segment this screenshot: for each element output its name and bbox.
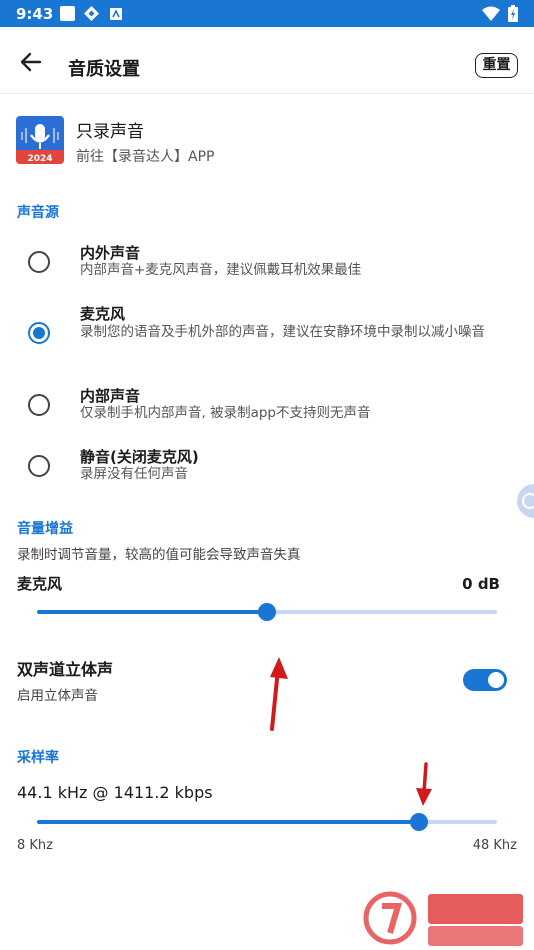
- sample-rate-slider-fill: [37, 820, 419, 824]
- stereo-toggle[interactable]: [463, 669, 507, 691]
- sample-rate-min: 8 Khz: [17, 838, 53, 853]
- volume-gain-desc: 录制时调节音量，较高的值可能会导致声音失真: [17, 547, 301, 563]
- sample-rate-label: 采样率: [17, 750, 59, 766]
- option-desc: 录制您的语音及手机外部的声音，建议在安静环境中录制以减小噪音: [80, 324, 485, 340]
- sample-rate-max: 48 Khz: [472, 838, 517, 853]
- sample-rate-slider-thumb[interactable]: [409, 813, 428, 831]
- promo-app-link[interactable]: 前往【录音达人】APP: [76, 146, 214, 166]
- sync-icon: [84, 6, 99, 21]
- radio-internal[interactable]: [28, 394, 50, 416]
- volume-gain-label: 音量增益: [17, 521, 73, 537]
- option-desc: 仅录制手机内部声音, 被录制app不支持则无声音: [80, 405, 371, 421]
- floating-recorder-handle[interactable]: [517, 484, 534, 518]
- mic-gain-slider-fill: [37, 610, 267, 614]
- option-desc: 录屏没有任何声音: [80, 466, 188, 482]
- back-arrow-icon[interactable]: [18, 49, 44, 75]
- radio-mute[interactable]: [28, 455, 50, 477]
- option-title: 麦克风: [80, 305, 126, 323]
- stereo-title: 双声道立体声: [17, 660, 114, 679]
- recorder-app-icon: 2024: [16, 116, 64, 164]
- mic-gain-label: 麦克风: [17, 575, 63, 593]
- svg-text:2024: 2024: [27, 154, 52, 164]
- watermark-logo: [363, 891, 523, 946]
- mic-gain-slider-thumb[interactable]: [258, 603, 276, 621]
- sample-rate-slider-track[interactable]: [37, 820, 497, 824]
- battery-icon: [508, 5, 518, 22]
- radio-microphone[interactable]: [28, 322, 50, 344]
- stereo-desc: 启用立体声音: [17, 688, 98, 704]
- annotation-arrow-icon: [270, 657, 288, 731]
- sound-source-label: 声音源: [17, 205, 59, 221]
- status-time: 9:43: [16, 5, 54, 23]
- radio-internal-external[interactable]: [28, 251, 50, 273]
- page-title: 音质设置: [68, 59, 140, 80]
- notification-square-icon: [60, 6, 75, 21]
- reset-button[interactable]: 重置: [475, 53, 518, 78]
- option-desc: 内部声音+麦克风声音，建议佩戴耳机效果最佳: [80, 262, 362, 278]
- app-bar: 音质设置 重置: [0, 27, 534, 94]
- annotation-arrow-icon: [416, 762, 432, 806]
- promo-app-name: 只录声音: [76, 122, 144, 142]
- sample-rate-value: 44.1 kHz @ 1411.2 kbps: [17, 783, 213, 802]
- wifi-icon: [482, 6, 500, 21]
- app-notification-icon: [110, 8, 122, 20]
- mic-gain-value: 0 dB: [462, 575, 500, 593]
- status-bar: 9:43: [0, 0, 534, 27]
